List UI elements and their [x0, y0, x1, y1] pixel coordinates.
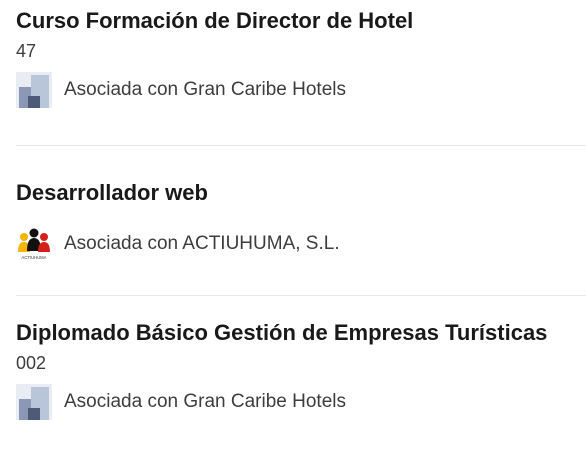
divider — [16, 295, 586, 296]
association-text: Asociada con Gran Caribe Hotels — [64, 79, 346, 100]
list-item[interactable]: Diplomado Básico Gestión de Empresas Tur… — [16, 318, 586, 420]
association-row[interactable]: Asociada con Gran Caribe Hotels — [16, 72, 586, 108]
list-item[interactable]: Desarrollador web ACTIUHUMA Asociada con… — [16, 178, 586, 262]
association-text: Asociada con Gran Caribe Hotels — [64, 391, 346, 412]
entry-title[interactable]: Curso Formación de Director de Hotel — [16, 6, 586, 36]
association-row[interactable]: Asociada con Gran Caribe Hotels — [16, 384, 586, 420]
entry-subtitle: 47 — [16, 41, 37, 61]
entry-title[interactable]: Desarrollador web — [16, 178, 586, 208]
gran-caribe-logo-icon — [16, 384, 52, 420]
experience-list: Curso Formación de Director de Hotel 47 … — [0, 0, 586, 456]
gran-caribe-logo-icon — [16, 72, 52, 108]
association-text: Asociada con ACTIUHUMA, S.L. — [64, 233, 340, 254]
entry-subtitle: 002 — [16, 353, 47, 373]
svg-text:ACTIUHUMA: ACTIUHUMA — [22, 255, 47, 260]
actiuhuma-logo-icon: ACTIUHUMA — [18, 228, 50, 260]
entry-title[interactable]: Diplomado Básico Gestión de Empresas Tur… — [16, 318, 586, 348]
association-row[interactable]: ACTIUHUMA Asociada con ACTIUHUMA, S.L. — [16, 226, 586, 262]
list-item[interactable]: Curso Formación de Director de Hotel 47 … — [16, 6, 586, 108]
divider — [16, 145, 586, 146]
